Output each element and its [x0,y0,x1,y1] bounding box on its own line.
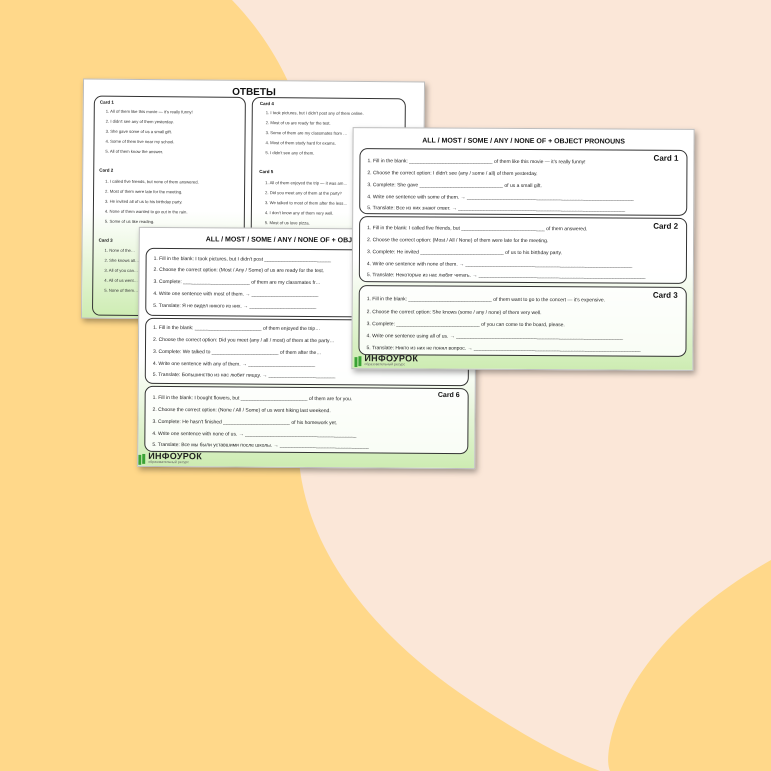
task-line: 1. Fill in the blank: __________________… [366,296,606,304]
task-line: 3. Complete: ___________________________… [366,321,565,329]
logo-tagline: образовательный ресурс [148,459,189,465]
worksheet-card-3: Card 3 1. Fill in the blank: ___________… [358,285,687,357]
card-label: Card 3 [652,290,678,300]
task-line: 4. Write one sentence using all of us. →… [366,333,624,341]
worksheet-card-6: Card 6 1. Fill in the blank: I bought fl… [144,385,469,455]
logo-mark-icon [354,354,362,368]
task-line: 4. Write one sentence with none of us. →… [152,430,357,439]
answer-line: 3. He invited all of us to his birthday … [104,198,183,205]
task-line: 1. Fill in the blank: __________________… [367,158,586,166]
task-line: 2. Choose the correct option: I didn't s… [367,170,538,178]
answer-line: 4. None of them wanted to go out in the … [104,208,188,215]
task-line: 1. Fill in the blank: I bought flowers, … [152,394,353,403]
task-line: 3. Complete: She gave __________________… [367,182,542,190]
logo-tagline: образовательный ресурс [364,362,406,367]
task-line: 2. Choose the correct option: (None / Al… [152,406,331,415]
task-line: 5. Translate: Никто из них не понял вопр… [366,345,641,353]
answer-card-label: Card 2 [99,167,114,173]
infourok-logo: ИНФОУРОК образовательный ресурс [138,451,202,465]
answer-line: 1. I called five friends, but none of th… [105,178,199,185]
task-line: 3. Complete: He hasn't finished ________… [152,418,338,427]
answer-card-label: Card 4 [259,101,274,107]
task-line: 5. Translate: Некоторые из нас любят чит… [366,272,646,280]
answer-line: 1. I took pictures, but I didn't post an… [265,110,364,116]
task-line: 3. Complete: He invited ________________… [366,249,563,257]
answer-line: 2. Most of us are ready for the test. [265,120,331,126]
task-line: 2. Choose the correct option: (Most / Al… [367,237,549,245]
card-label: Card 1 [653,153,679,163]
task-line: 5. Translate: Все из них знают ответ. → … [367,205,626,213]
answer-card-2: Card 2 1. I called five friends, but non… [95,166,246,227]
task-line: 4. Write one sentence with none of them.… [366,261,633,269]
worksheet-title: ALL / MOST / SOME / ANY / NONE OF + OBJE… [422,137,625,146]
worksheet-card-2: Card 2 1. Fill in the blank: I called fi… [358,216,688,284]
answer-line: 5. Some of us like reading. [104,218,155,225]
answer-card-label: Card 5 [259,169,274,175]
logo-mark-icon [138,452,146,465]
infourok-logo: ИНФОУРОК образовательный ресурс [354,353,418,368]
task-line: 5. Translate: Все мы были уставшими посл… [152,441,369,450]
task-line: 1. Fill in the blank: I called five frie… [367,225,588,233]
task-line: 4. Write one sentence with some of them.… [367,194,634,202]
worksheet-card-1: Card 1 1. Fill in the blank: ___________… [359,148,688,216]
answer-line: 2. Most of them were late for the meetin… [105,188,183,195]
worksheet-c: ALL / MOST / SOME / ANY / NONE OF + OBJE… [351,127,695,371]
answer-card-label: Card 3 [98,237,113,243]
task-line: 2. Choose the correct option: She knows … [366,309,542,317]
card-label: Card 6 [437,391,460,400]
card-label: Card 2 [653,221,679,231]
task-line: 5. Translate: Большинство из нас любит п… [152,371,336,380]
